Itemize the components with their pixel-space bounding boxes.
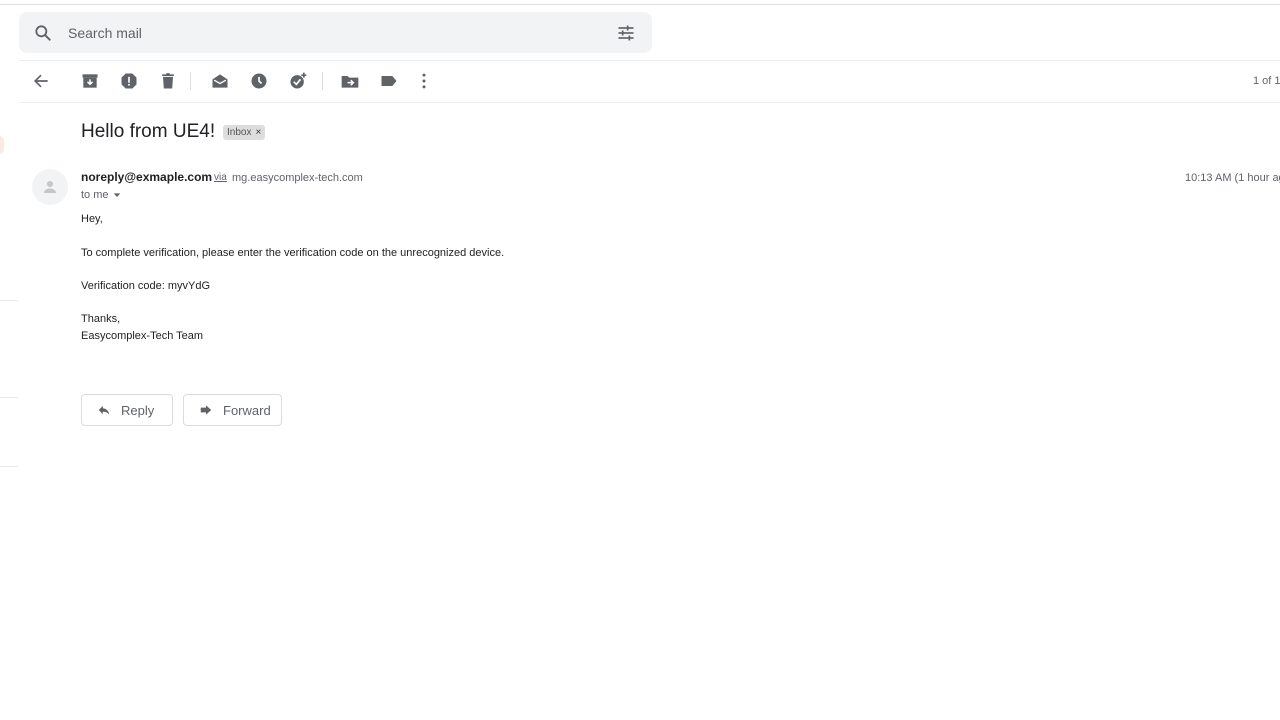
via-domain: mg.easycomplex-tech.com [232, 172, 363, 184]
search-icon[interactable] [33, 23, 53, 43]
label-icon[interactable] [379, 71, 399, 91]
body-instruction: To complete verification, please enter t… [81, 247, 505, 259]
verification-code: Verification code: myvYdG [81, 280, 211, 292]
sender-email[interactable]: noreply@exmaple.com [81, 170, 212, 184]
avatar[interactable] [32, 169, 68, 205]
more-vert-icon[interactable] [414, 71, 434, 91]
sidebar-divider [0, 397, 18, 398]
inbox-label-chip[interactable]: Inbox × [223, 125, 266, 140]
search-bar[interactable] [19, 12, 652, 53]
forward-icon [200, 405, 212, 415]
remove-label-icon[interactable]: × [255, 125, 261, 140]
delete-icon[interactable] [158, 71, 178, 91]
forward-button[interactable]: Forward [183, 394, 282, 426]
search-input[interactable] [68, 20, 588, 45]
report-spam-icon[interactable] [119, 71, 139, 91]
recipient-details-toggle[interactable]: to me [81, 189, 121, 201]
sidebar-divider [0, 300, 18, 301]
gmail-message-view: 1 of 1 Hello from UE4! Inbox × noreply@e… [0, 0, 1280, 720]
add-to-tasks-icon[interactable] [288, 71, 308, 91]
back-arrow-icon[interactable] [31, 71, 51, 91]
reply-icon [98, 405, 110, 415]
body-signature: Easycomplex-Tech Team [81, 330, 204, 342]
mark-unread-icon[interactable] [210, 71, 230, 91]
label-chip-text: Inbox [227, 127, 252, 138]
pager-count: 1 of 1 [1253, 75, 1280, 87]
toolbar-top-divider [19, 60, 1280, 61]
body-greeting: Hey, [81, 213, 103, 225]
move-to-icon[interactable] [340, 71, 360, 91]
toolbar-separator [190, 72, 191, 90]
compose-button-fragment[interactable] [0, 136, 4, 154]
via-link[interactable]: via [214, 172, 227, 183]
search-options-icon[interactable] [616, 23, 636, 43]
reply-button[interactable]: Reply [81, 394, 173, 426]
recipient-text: to me [81, 189, 109, 201]
email-timestamp: 10:13 AM (1 hour ago) [1185, 172, 1280, 184]
toolbar-separator [322, 72, 323, 90]
forward-label: Forward [223, 402, 271, 418]
top-divider [0, 4, 1280, 5]
sidebar-divider [0, 466, 18, 467]
person-icon [44, 181, 56, 193]
reply-label: Reply [121, 402, 155, 418]
chevron-down-icon[interactable] [113, 191, 121, 199]
snooze-icon[interactable] [249, 71, 269, 91]
email-subject: Hello from UE4! [81, 121, 216, 142]
body-thanks: Thanks, [81, 313, 121, 325]
archive-icon[interactable] [80, 71, 100, 91]
toolbar-bottom-divider [19, 102, 1280, 103]
